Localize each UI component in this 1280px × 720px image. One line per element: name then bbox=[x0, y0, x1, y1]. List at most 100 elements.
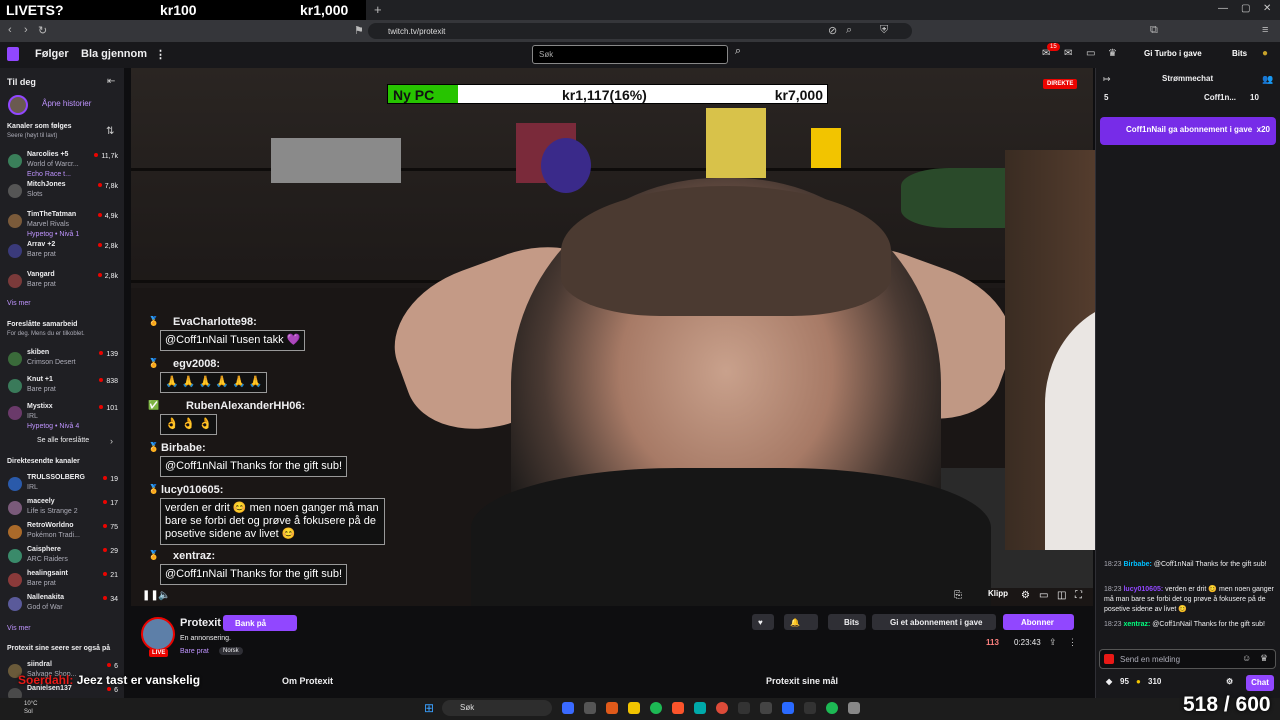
streamer-avatar[interactable] bbox=[141, 617, 175, 651]
app-icon[interactable] bbox=[804, 702, 816, 714]
sort-icon[interactable]: ⇅ bbox=[106, 126, 114, 137]
sidebar-channel[interactable]: Narcolies +5World of Warcr...11,7kEcho R… bbox=[0, 151, 124, 175]
shield-icon[interactable]: ⛨ bbox=[880, 24, 888, 37]
search-input[interactable]: Søk bbox=[532, 45, 728, 64]
taskbar-search[interactable]: Søk bbox=[442, 700, 552, 716]
menu-icon[interactable]: ≡ bbox=[1262, 24, 1268, 36]
more-menu-icon[interactable]: ⋮ bbox=[155, 48, 166, 61]
prime-emote-icon[interactable]: ♛ bbox=[1260, 653, 1268, 664]
user-avatar[interactable]: ● bbox=[1262, 48, 1268, 59]
app-icon[interactable] bbox=[606, 702, 618, 714]
spotify-icon[interactable] bbox=[650, 702, 662, 714]
settings-icon[interactable]: ⚙ bbox=[1021, 590, 1030, 601]
edge-icon[interactable] bbox=[694, 702, 706, 714]
bits-button[interactable]: Bits bbox=[828, 614, 866, 630]
badge-icon: 🏅 bbox=[148, 550, 159, 561]
bits-icon[interactable]: ◆ bbox=[1106, 677, 1112, 686]
gift-turbo-button[interactable]: Gi Turbo i gave bbox=[1126, 46, 1202, 63]
subscribe-button[interactable]: Abonner bbox=[1003, 614, 1074, 630]
knock-button[interactable]: Bank på bbox=[223, 615, 297, 631]
miniplayer-icon[interactable]: ▭ bbox=[1039, 590, 1048, 601]
whispers-icon[interactable]: ✉ bbox=[1064, 48, 1072, 59]
channel-category: Bare prat bbox=[27, 251, 56, 258]
streamer-name[interactable]: Protexit bbox=[180, 617, 221, 629]
sidebar-channel[interactable]: MystixxIRL101Hypetog • Nivå 4 bbox=[0, 403, 124, 427]
get-bits-button[interactable]: Bits bbox=[1220, 46, 1247, 58]
file-explorer-icon[interactable] bbox=[628, 702, 640, 714]
show-more-followed[interactable]: Vis mer bbox=[7, 300, 31, 307]
collapse-chat-icon[interactable]: ↦ bbox=[1103, 74, 1111, 85]
sidebar-channel[interactable]: NallenakitaGod of War34 bbox=[0, 594, 124, 618]
emote-icon[interactable] bbox=[1104, 654, 1114, 664]
sidebar-channel[interactable]: Arrav +2Bare prat2,8k bbox=[0, 241, 124, 265]
language-tag[interactable]: Norsk bbox=[219, 647, 243, 655]
maximize-icon[interactable]: ▢ bbox=[1241, 3, 1250, 14]
users-icon[interactable]: 👥 bbox=[1262, 74, 1273, 85]
overlay-chat-message: verden er drit 😊 men noen ganger må man … bbox=[160, 498, 385, 545]
minimize-icon[interactable]: — bbox=[1218, 3, 1228, 14]
chat-send-button[interactable]: Chat bbox=[1246, 675, 1274, 691]
clip-icon[interactable]: ⎘ bbox=[954, 590, 962, 601]
app-icon[interactable] bbox=[782, 702, 794, 714]
notification-bell-icon[interactable]: 🔔 bbox=[784, 614, 818, 630]
collapse-sidebar-icon[interactable]: ⇤ bbox=[107, 76, 115, 87]
extension-icon[interactable]: ⊘ bbox=[828, 24, 837, 37]
new-tab-button[interactable]: + bbox=[374, 2, 382, 17]
app-icon[interactable] bbox=[826, 702, 838, 714]
sidebar-channel[interactable]: CaisphereARC Raiders29 bbox=[0, 546, 124, 570]
follow-heart-icon[interactable]: ♥ bbox=[752, 614, 774, 630]
more-options-icon[interactable]: ⋮ bbox=[1068, 637, 1077, 648]
sidebar-channel[interactable]: VangardBare prat2,8k bbox=[0, 271, 124, 295]
app-icon[interactable] bbox=[562, 702, 574, 714]
channel-name: Caisphere bbox=[27, 546, 61, 553]
close-window-icon[interactable]: ✕ bbox=[1263, 3, 1271, 14]
theatre-mode-icon[interactable]: ◫ bbox=[1057, 590, 1066, 601]
channel-category: Bare prat bbox=[27, 281, 56, 288]
see-all-suggested[interactable]: Se alle foreslåtte bbox=[37, 437, 89, 444]
search-icon[interactable]: ⌕ bbox=[730, 45, 746, 64]
stories-avatar[interactable] bbox=[8, 95, 28, 115]
app-icon[interactable] bbox=[848, 702, 860, 714]
overlay-chat-user: EvaCharlotte98: bbox=[173, 316, 257, 328]
sidebar-channel[interactable]: healingsaintBare prat21 bbox=[0, 570, 124, 594]
clip-button[interactable]: Klipp bbox=[988, 589, 1008, 598]
app-icon[interactable] bbox=[760, 702, 772, 714]
twitch-logo-icon[interactable] bbox=[7, 47, 19, 61]
volume-icon[interactable]: 🔈 bbox=[158, 590, 170, 601]
open-stories-link[interactable]: Åpne historier bbox=[42, 99, 91, 108]
notifications-icon[interactable]: ▭ bbox=[1086, 48, 1095, 59]
bookmark-icon[interactable]: ⚑ bbox=[354, 24, 364, 37]
prime-icon[interactable]: ♛ bbox=[1108, 48, 1117, 59]
back-icon[interactable]: ‹ bbox=[8, 24, 12, 36]
channel-viewers: 11,7k bbox=[94, 153, 118, 160]
channel-points-icon[interactable]: ● bbox=[1136, 677, 1141, 686]
start-icon[interactable]: ⊞ bbox=[424, 701, 434, 715]
sidebar-channel[interactable]: maceelyLife is Strange 217 bbox=[0, 498, 124, 522]
fullscreen-icon[interactable]: ⛶ bbox=[1075, 590, 1082, 601]
extensions-icon[interactable]: ⧉ bbox=[1150, 24, 1158, 37]
forward-icon[interactable]: › bbox=[24, 24, 28, 36]
pause-icon[interactable]: ❚❚ bbox=[142, 590, 159, 601]
weather-widget[interactable]: 10°CSol bbox=[24, 700, 37, 716]
sidebar-channel[interactable]: Knut +1Bare prat838 bbox=[0, 376, 124, 400]
stream-category[interactable]: Bare prat bbox=[180, 648, 209, 655]
nav-following[interactable]: Følger bbox=[35, 48, 69, 60]
brave-icon[interactable] bbox=[672, 702, 684, 714]
sidebar-channel[interactable]: RetroWorldnoPokémon Tradi...75 bbox=[0, 522, 124, 546]
zoom-icon[interactable]: ⌕ bbox=[846, 24, 852, 37]
reload-icon[interactable]: ↻ bbox=[38, 24, 47, 37]
nav-browse[interactable]: Bla gjennom bbox=[81, 48, 147, 60]
emote-picker-icon[interactable]: ☺ bbox=[1242, 653, 1251, 663]
app-icon[interactable] bbox=[738, 702, 750, 714]
chat-settings-icon[interactable]: ⚙ bbox=[1226, 677, 1233, 686]
sidebar-channel[interactable]: TimTheTatmanMarvel Rivals4,9kHypetog • N… bbox=[0, 211, 124, 235]
chevron-right-icon[interactable]: › bbox=[110, 436, 113, 446]
app-icon[interactable] bbox=[584, 702, 596, 714]
share-icon[interactable]: ⇪ bbox=[1049, 637, 1057, 648]
gift-sub-button[interactable]: Gi et abonnement i gave bbox=[872, 614, 996, 630]
sidebar-channel[interactable]: MitchJonesSlots7,8k bbox=[0, 181, 124, 205]
chrome-icon[interactable] bbox=[716, 702, 728, 714]
sidebar-channel[interactable]: skibenCrimson Desert139 bbox=[0, 349, 124, 373]
show-more-live[interactable]: Vis mer bbox=[7, 625, 31, 632]
sidebar-channel[interactable]: TRULSSOLBERGIRL19 bbox=[0, 474, 124, 498]
